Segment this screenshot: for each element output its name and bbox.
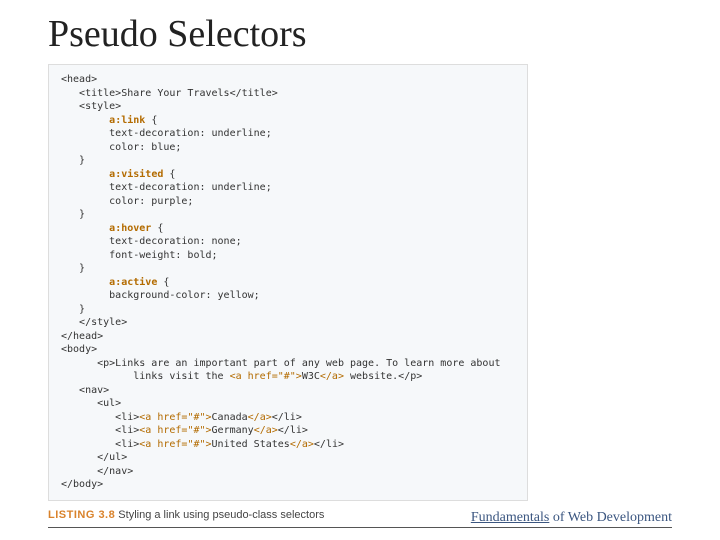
code-frag: website.</p> <box>344 371 422 382</box>
code-line: } <box>61 304 85 315</box>
code-frag: </li> <box>272 412 302 423</box>
code-line: text-decoration: underline; <box>61 128 272 139</box>
code-anchor-end: </a> <box>290 439 314 450</box>
code-line: </ul> <box>61 452 127 463</box>
code-anchor-end: </a> <box>320 371 344 382</box>
code-frag: <li> <box>61 425 139 436</box>
code-frag: W3C <box>302 371 320 382</box>
code-line: </head> <box>61 331 103 342</box>
code-frag: Germany <box>212 425 254 436</box>
code-line: } <box>61 209 85 220</box>
code-block: <head> <title>Share Your Travels</title>… <box>61 73 515 492</box>
code-anchor: <a href="#"> <box>230 371 302 382</box>
code-frag: { <box>151 223 163 234</box>
code-selector: a:hover <box>109 223 151 234</box>
code-line: </nav> <box>61 466 133 477</box>
code-frag: { <box>145 115 157 126</box>
code-frag: { <box>157 277 169 288</box>
code-line: <ul> <box>61 398 121 409</box>
code-line: <body> <box>61 344 97 355</box>
code-anchor-end: </a> <box>254 425 278 436</box>
code-line: <head> <box>61 74 97 85</box>
footer-rest: of Web Development <box>549 510 672 525</box>
code-frag: links visit the <box>61 371 230 382</box>
code-line: } <box>61 155 85 166</box>
slide: Pseudo Selectors <head> <title>Share You… <box>0 0 720 540</box>
code-anchor-end: </a> <box>248 412 272 423</box>
code-line: color: blue; <box>61 142 181 153</box>
code-line: color: purple; <box>61 196 193 207</box>
code-anchor: <a href="#"> <box>139 439 211 450</box>
code-line: <style> <box>61 101 121 112</box>
code-line: <nav> <box>61 385 109 396</box>
code-anchor: <a href="#"> <box>139 412 211 423</box>
code-frag: Canada <box>212 412 248 423</box>
code-line: font-weight: bold; <box>61 250 218 261</box>
code-selector: a:visited <box>109 169 163 180</box>
code-line: text-decoration: underline; <box>61 182 272 193</box>
caption-text: Styling a link using pseudo-class select… <box>115 509 324 521</box>
code-frag: <li> <box>61 439 139 450</box>
code-frag: <li> <box>61 412 139 423</box>
code-line: <title>Share Your Travels</title> <box>61 88 278 99</box>
code-frag: </li> <box>314 439 344 450</box>
code-selector: a:active <box>109 277 157 288</box>
code-line: </body> <box>61 479 103 490</box>
slide-title: Pseudo Selectors <box>48 12 672 56</box>
footer-text: Fundamentals of Web Development <box>471 510 672 526</box>
caption-label: LISTING 3.8 <box>48 509 115 521</box>
code-line: </style> <box>61 317 127 328</box>
code-anchor: <a href="#"> <box>139 425 211 436</box>
code-listing: <head> <title>Share Your Travels</title>… <box>48 64 528 501</box>
code-line: background-color: yellow; <box>61 290 260 301</box>
code-frag: { <box>163 169 175 180</box>
code-line: } <box>61 263 85 274</box>
code-frag: United States <box>212 439 290 450</box>
code-selector: a:link <box>109 115 145 126</box>
code-line: <p>Links are an important part of any we… <box>61 358 501 369</box>
code-line: text-decoration: none; <box>61 236 242 247</box>
code-frag: </li> <box>278 425 308 436</box>
footer-word-underlined: Fundamentals <box>471 510 550 525</box>
